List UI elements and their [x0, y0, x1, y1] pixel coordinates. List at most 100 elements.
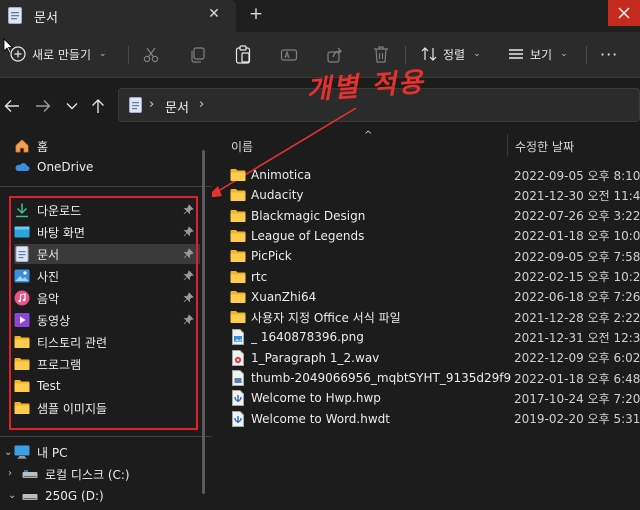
- table-row[interactable]: Audacity 2021-12-30 오전 11:44: [230, 185, 640, 205]
- view-icon: [509, 49, 523, 59]
- file-date-modified: 2019-02-20 오후 5:31: [514, 412, 640, 427]
- new-tab-button[interactable]: +: [246, 4, 266, 24]
- more-options-button[interactable]: ···: [600, 40, 618, 68]
- table-row[interactable]: Welcome to Word.hwdt 2019-02-20 오후 5:31: [230, 409, 640, 429]
- file-name: Blackmagic Design: [251, 208, 366, 223]
- home-icon: [15, 139, 29, 153]
- file-date-modified: 2021-12-30 오전 11:44: [514, 188, 640, 203]
- toolbar-divider: [128, 46, 129, 64]
- file-date-modified: 2022-09-05 오후 7:58: [514, 249, 640, 264]
- file-name: Audacity: [251, 188, 304, 203]
- sidebar-scrollbar[interactable]: [202, 150, 205, 494]
- sidebar-item-label: 홈: [37, 139, 49, 154]
- table-row[interactable]: thumb-2049066956_mqbtSYHT_9135d29f9a1...…: [230, 368, 640, 388]
- close-tab-button[interactable]: ✕: [204, 4, 224, 24]
- rename-icon[interactable]: [280, 46, 298, 64]
- sort-button[interactable]: 정렬 ⌄: [421, 40, 481, 68]
- file-date-modified: 2022-09-05 오후 8:10: [514, 168, 640, 183]
- file-icon: [232, 370, 244, 386]
- file-date-modified: 2022-12-09 오후 6:02: [514, 351, 640, 366]
- file-name: Animotica: [251, 168, 312, 182]
- table-row[interactable]: Blackmagic Design 2022-07-26 오후 3:22: [230, 206, 640, 226]
- file-name: 사용자 지정 Office 서식 파일: [251, 310, 401, 325]
- share-icon[interactable]: [326, 46, 344, 64]
- cloud-icon: [15, 163, 30, 171]
- file-date-modified: 2022-02-15 오후 10:27: [514, 270, 640, 284]
- pc-icon: [14, 445, 30, 459]
- window-close-button[interactable]: [608, 0, 640, 26]
- recent-locations-chevron-icon[interactable]: [66, 102, 78, 110]
- toolbar-divider: [586, 46, 587, 64]
- close-icon: [618, 7, 630, 19]
- table-row[interactable]: rtc 2022-02-15 오후 10:27: [230, 267, 640, 287]
- table-row[interactable]: _ 1640878396.png 2021-12-31 오전 12:33: [230, 327, 640, 347]
- sort-ascending-icon: ^: [364, 130, 373, 141]
- file-name: thumb-2049066956_mqbtSYHT_9135d29f9a1...: [251, 371, 511, 385]
- title-bar: 문서 ✕ +: [0, 0, 640, 32]
- table-row[interactable]: 사용자 지정 Office 서식 파일 2021-12-28 오후 2:22: [230, 307, 640, 327]
- file-date-modified: 2022-06-18 오후 7:26: [514, 290, 640, 305]
- sidebar-item-label: 로컬 디스크 (C:): [45, 467, 130, 482]
- folder-icon: [230, 169, 246, 181]
- back-arrow-icon[interactable]: [4, 99, 20, 113]
- folder-icon: [230, 209, 246, 222]
- up-arrow-icon[interactable]: [91, 98, 105, 114]
- file-name: Welcome to Word.hwdt: [251, 411, 390, 426]
- cut-icon[interactable]: [142, 46, 160, 64]
- column-divider[interactable]: [507, 134, 508, 156]
- forward-arrow-icon[interactable]: [35, 99, 51, 113]
- file-name: Welcome to Hwp.hwp: [251, 391, 381, 406]
- folder-icon: [230, 229, 246, 242]
- table-row[interactable]: XuanZhi64 2022-06-18 오후 7:26: [230, 287, 640, 307]
- sidebar-item-onedrive[interactable]: OneDrive: [14, 157, 200, 177]
- view-button[interactable]: 보기 ⌄: [508, 40, 568, 68]
- delete-icon[interactable]: [372, 45, 390, 64]
- table-row[interactable]: Welcome to Hwp.hwp 2017-10-24 오후 7:20: [230, 388, 640, 408]
- file-name: rtc: [251, 269, 268, 284]
- table-row[interactable]: League of Legends 2022-01-18 오후 10:03: [230, 226, 640, 246]
- table-row[interactable]: Animotica 2022-09-05 오후 8:10: [230, 165, 640, 185]
- expand-chevron-icon[interactable]: ⌄: [8, 490, 16, 501]
- hwp-file-icon: [232, 390, 244, 407]
- new-item-button[interactable]: 새로 만들기 ⌄: [10, 40, 107, 68]
- sidebar-item-local-disk-c[interactable]: 로컬 디스크 (C:): [22, 464, 208, 484]
- sidebar-item-drive-d[interactable]: 250G (D:): [22, 486, 208, 506]
- sidebar-item-home[interactable]: 홈: [14, 136, 200, 156]
- add-circle-icon: [10, 46, 26, 62]
- paste-icon[interactable]: [234, 45, 252, 64]
- breadcrumb-chevron-icon[interactable]: ›: [149, 97, 154, 112]
- sort-label: 정렬: [443, 47, 466, 62]
- tab-documents[interactable]: 문서 ✕: [0, 0, 236, 32]
- sidebar-item-label: OneDrive: [37, 160, 94, 174]
- file-name: 1_Paragraph 1_2.wav: [251, 350, 380, 365]
- column-header-name[interactable]: 이름: [231, 138, 253, 155]
- table-row[interactable]: 1_Paragraph 1_2.wav 2022-12-09 오후 6:02: [230, 348, 640, 368]
- file-name: League of Legends: [251, 228, 365, 243]
- column-header-date-modified[interactable]: 수정한 날짜: [515, 138, 574, 155]
- hwp-file-icon: [232, 410, 244, 427]
- document-icon: [129, 97, 142, 113]
- annotation-highlight-box: [9, 196, 198, 430]
- expand-chevron-icon[interactable]: ⌄: [4, 447, 12, 458]
- sidebar-item-label: 내 PC: [37, 445, 68, 460]
- image-file-icon: [232, 329, 244, 346]
- folder-icon: [230, 270, 246, 283]
- view-label: 보기: [530, 47, 553, 62]
- sidebar-item-label: 250G (D:): [45, 489, 104, 503]
- folder-icon: [230, 311, 246, 324]
- file-date-modified: 2022-07-26 오후 3:22: [514, 209, 640, 224]
- chevron-down-icon: ⌄: [99, 49, 107, 59]
- tab-title: 문서: [34, 11, 58, 26]
- expand-chevron-icon[interactable]: ›: [8, 468, 12, 479]
- copy-icon[interactable]: [189, 46, 207, 64]
- table-row[interactable]: PicPick 2022-09-05 오후 7:58: [230, 246, 640, 266]
- document-icon: [8, 7, 22, 24]
- sidebar-item-this-pc[interactable]: 내 PC: [14, 442, 200, 462]
- chevron-down-icon: ⌄: [560, 49, 568, 59]
- folder-icon: [230, 250, 246, 263]
- drive-icon: [22, 470, 38, 478]
- file-date-modified: 2022-01-18 오후 10:03: [514, 229, 640, 244]
- chevron-down-icon: ⌄: [473, 49, 481, 59]
- folder-icon: [230, 290, 246, 303]
- breadcrumb-documents[interactable]: 문서: [165, 97, 189, 116]
